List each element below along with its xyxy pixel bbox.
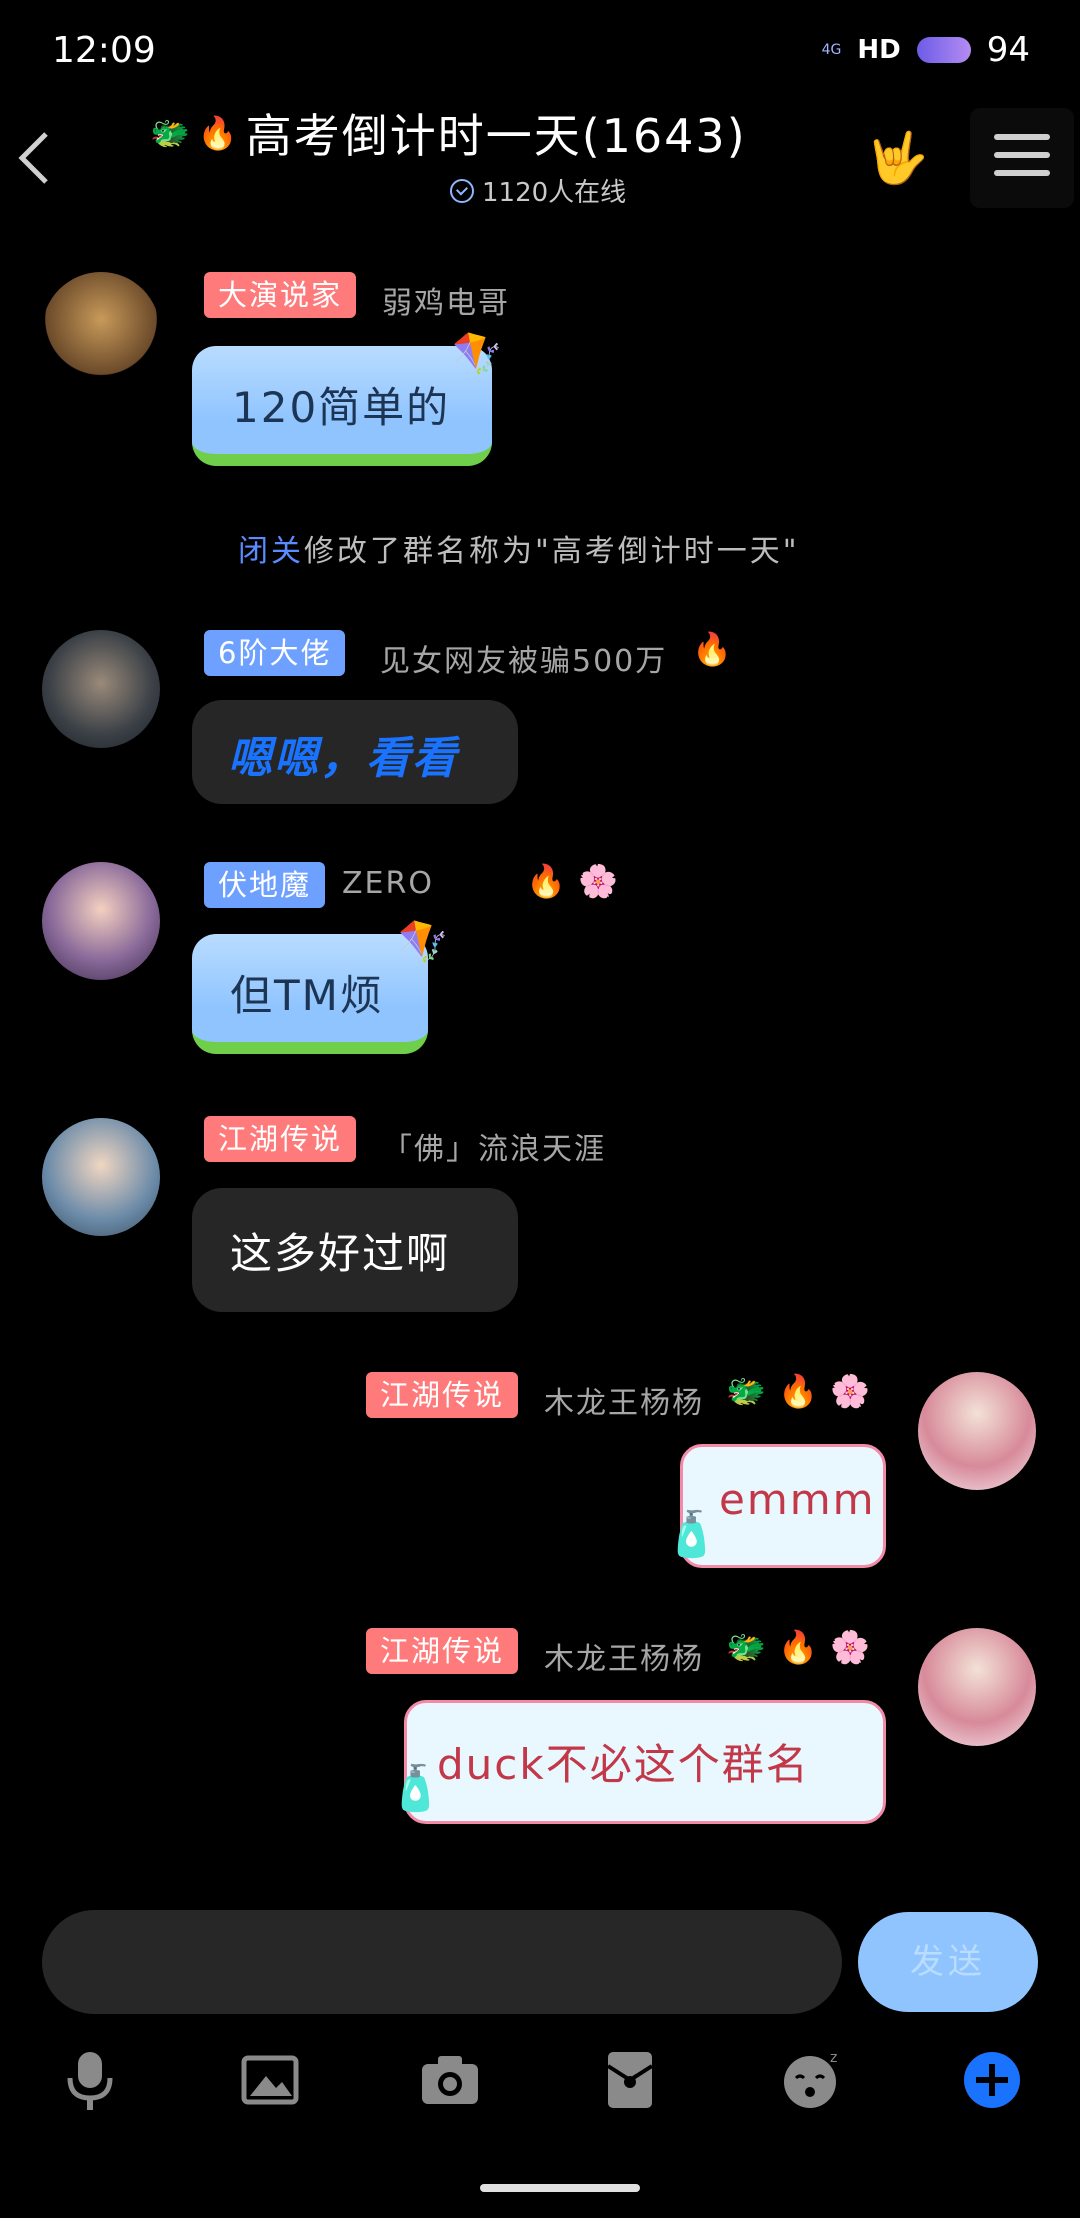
message-text: emmm — [719, 1475, 876, 1524]
message-bubble[interactable]: duck不必这个群名 — [404, 1700, 886, 1824]
dragon-icon: 🐲 — [726, 1628, 766, 1666]
send-button[interactable]: 发送 — [858, 1912, 1038, 2012]
fire-icon: 🔥 — [778, 1372, 818, 1410]
message-text: duck不必这个群名 — [437, 1740, 810, 1789]
avatar[interactable] — [918, 1628, 1036, 1746]
battery-icon — [916, 37, 971, 63]
avatar[interactable] — [42, 862, 160, 980]
chevron-down-icon — [450, 178, 474, 203]
message-bubble[interactable]: 但TM烦 — [192, 934, 428, 1054]
avatar[interactable] — [918, 1372, 1036, 1490]
camera-icon[interactable] — [418, 2048, 482, 2112]
notice-text: 修改了群名称为"高考倒计时一天" — [304, 534, 800, 569]
flower-face-icon: 🌸 — [830, 1372, 870, 1410]
dragon-icon: 🐲 — [150, 114, 190, 152]
flower-face-icon: 🌸 — [830, 1628, 870, 1666]
message-text: 这多好过啊 — [230, 1229, 451, 1278]
svg-text:z: z — [830, 2050, 837, 2066]
group-title: 高考倒计时一天(1643) — [245, 109, 747, 163]
soap-bottle-icon: 🧴 — [388, 1763, 443, 1814]
message-text: 但TM烦 — [230, 971, 384, 1020]
menu-button[interactable] — [970, 108, 1074, 208]
member-badge: 6阶大佬 — [204, 630, 346, 676]
member-badge: 江湖传说 — [366, 1372, 519, 1418]
member-nickname[interactable]: 「佛」流浪天涯 — [382, 1124, 606, 1168]
group-title-area[interactable]: 🐲 🔥 高考倒计时一天(1643) — [150, 100, 747, 166]
fire-icon: 🔥 — [778, 1628, 818, 1666]
member-nickname[interactable]: 见女网友被骗500万 — [380, 636, 667, 680]
notice-actor[interactable]: 闭关 — [238, 534, 304, 569]
microphone-icon[interactable] — [58, 2048, 122, 2112]
kite-icon: 🪁 — [398, 919, 448, 965]
message-input[interactable] — [42, 1910, 842, 2014]
battery-level: 94 — [986, 30, 1030, 70]
message-bubble[interactable]: 120简单的 — [192, 346, 492, 466]
member-badge: 江湖传说 — [204, 1116, 357, 1162]
back-button[interactable] — [14, 128, 54, 188]
sticker-icon[interactable]: z — [778, 2048, 842, 2112]
kite-icon: 🪁 — [452, 331, 502, 377]
member-badge: 江湖传说 — [366, 1628, 519, 1674]
status-time: 12:09 — [52, 30, 156, 71]
fire-icon: 🔥 — [692, 630, 732, 668]
plus-icon[interactable] — [960, 2048, 1024, 2112]
system-notice: 闭关修改了群名称为"高考倒计时一天" — [238, 526, 800, 570]
message-text: 120简单的 — [232, 383, 451, 432]
avatar[interactable] — [42, 272, 160, 390]
image-icon[interactable] — [238, 2048, 302, 2112]
status-indicators: 4G HD 94 — [822, 30, 1030, 70]
red-packet-icon[interactable] — [598, 2048, 662, 2112]
hd-voice-icon: HD — [857, 35, 901, 65]
member-nickname[interactable]: 木龙王杨杨 — [544, 1634, 704, 1678]
member-nickname[interactable]: 弱鸡电哥 — [382, 278, 510, 322]
member-nickname[interactable]: 木龙王杨杨 — [544, 1378, 704, 1422]
rock-hand-icon[interactable]: 🤟 — [866, 128, 928, 188]
member-badge: 伏地魔 — [204, 862, 326, 908]
avatar[interactable] — [42, 1118, 160, 1236]
message-bubble[interactable]: 这多好过啊 — [192, 1188, 518, 1312]
online-count-text: 1120人在线 — [482, 178, 627, 208]
avatar[interactable] — [42, 630, 160, 748]
member-badge: 大演说家 — [204, 272, 357, 318]
online-count: 1120人在线 — [450, 172, 626, 209]
network-type: 4G — [821, 42, 842, 58]
fire-icon: 🔥 — [526, 862, 566, 900]
message-bubble[interactable]: 嗯嗯，看看 — [192, 700, 518, 804]
member-nickname[interactable]: ZERO — [342, 866, 434, 901]
message-text: 嗯嗯，看看 — [228, 733, 458, 784]
menu-icon — [994, 134, 1050, 140]
flower-face-icon: 🌸 — [578, 862, 618, 900]
home-indicator[interactable] — [480, 2184, 640, 2192]
fire-icon: 🔥 — [197, 114, 238, 152]
soap-bottle-icon: 🧴 — [664, 1509, 719, 1560]
dragon-icon: 🐲 — [726, 1372, 766, 1410]
